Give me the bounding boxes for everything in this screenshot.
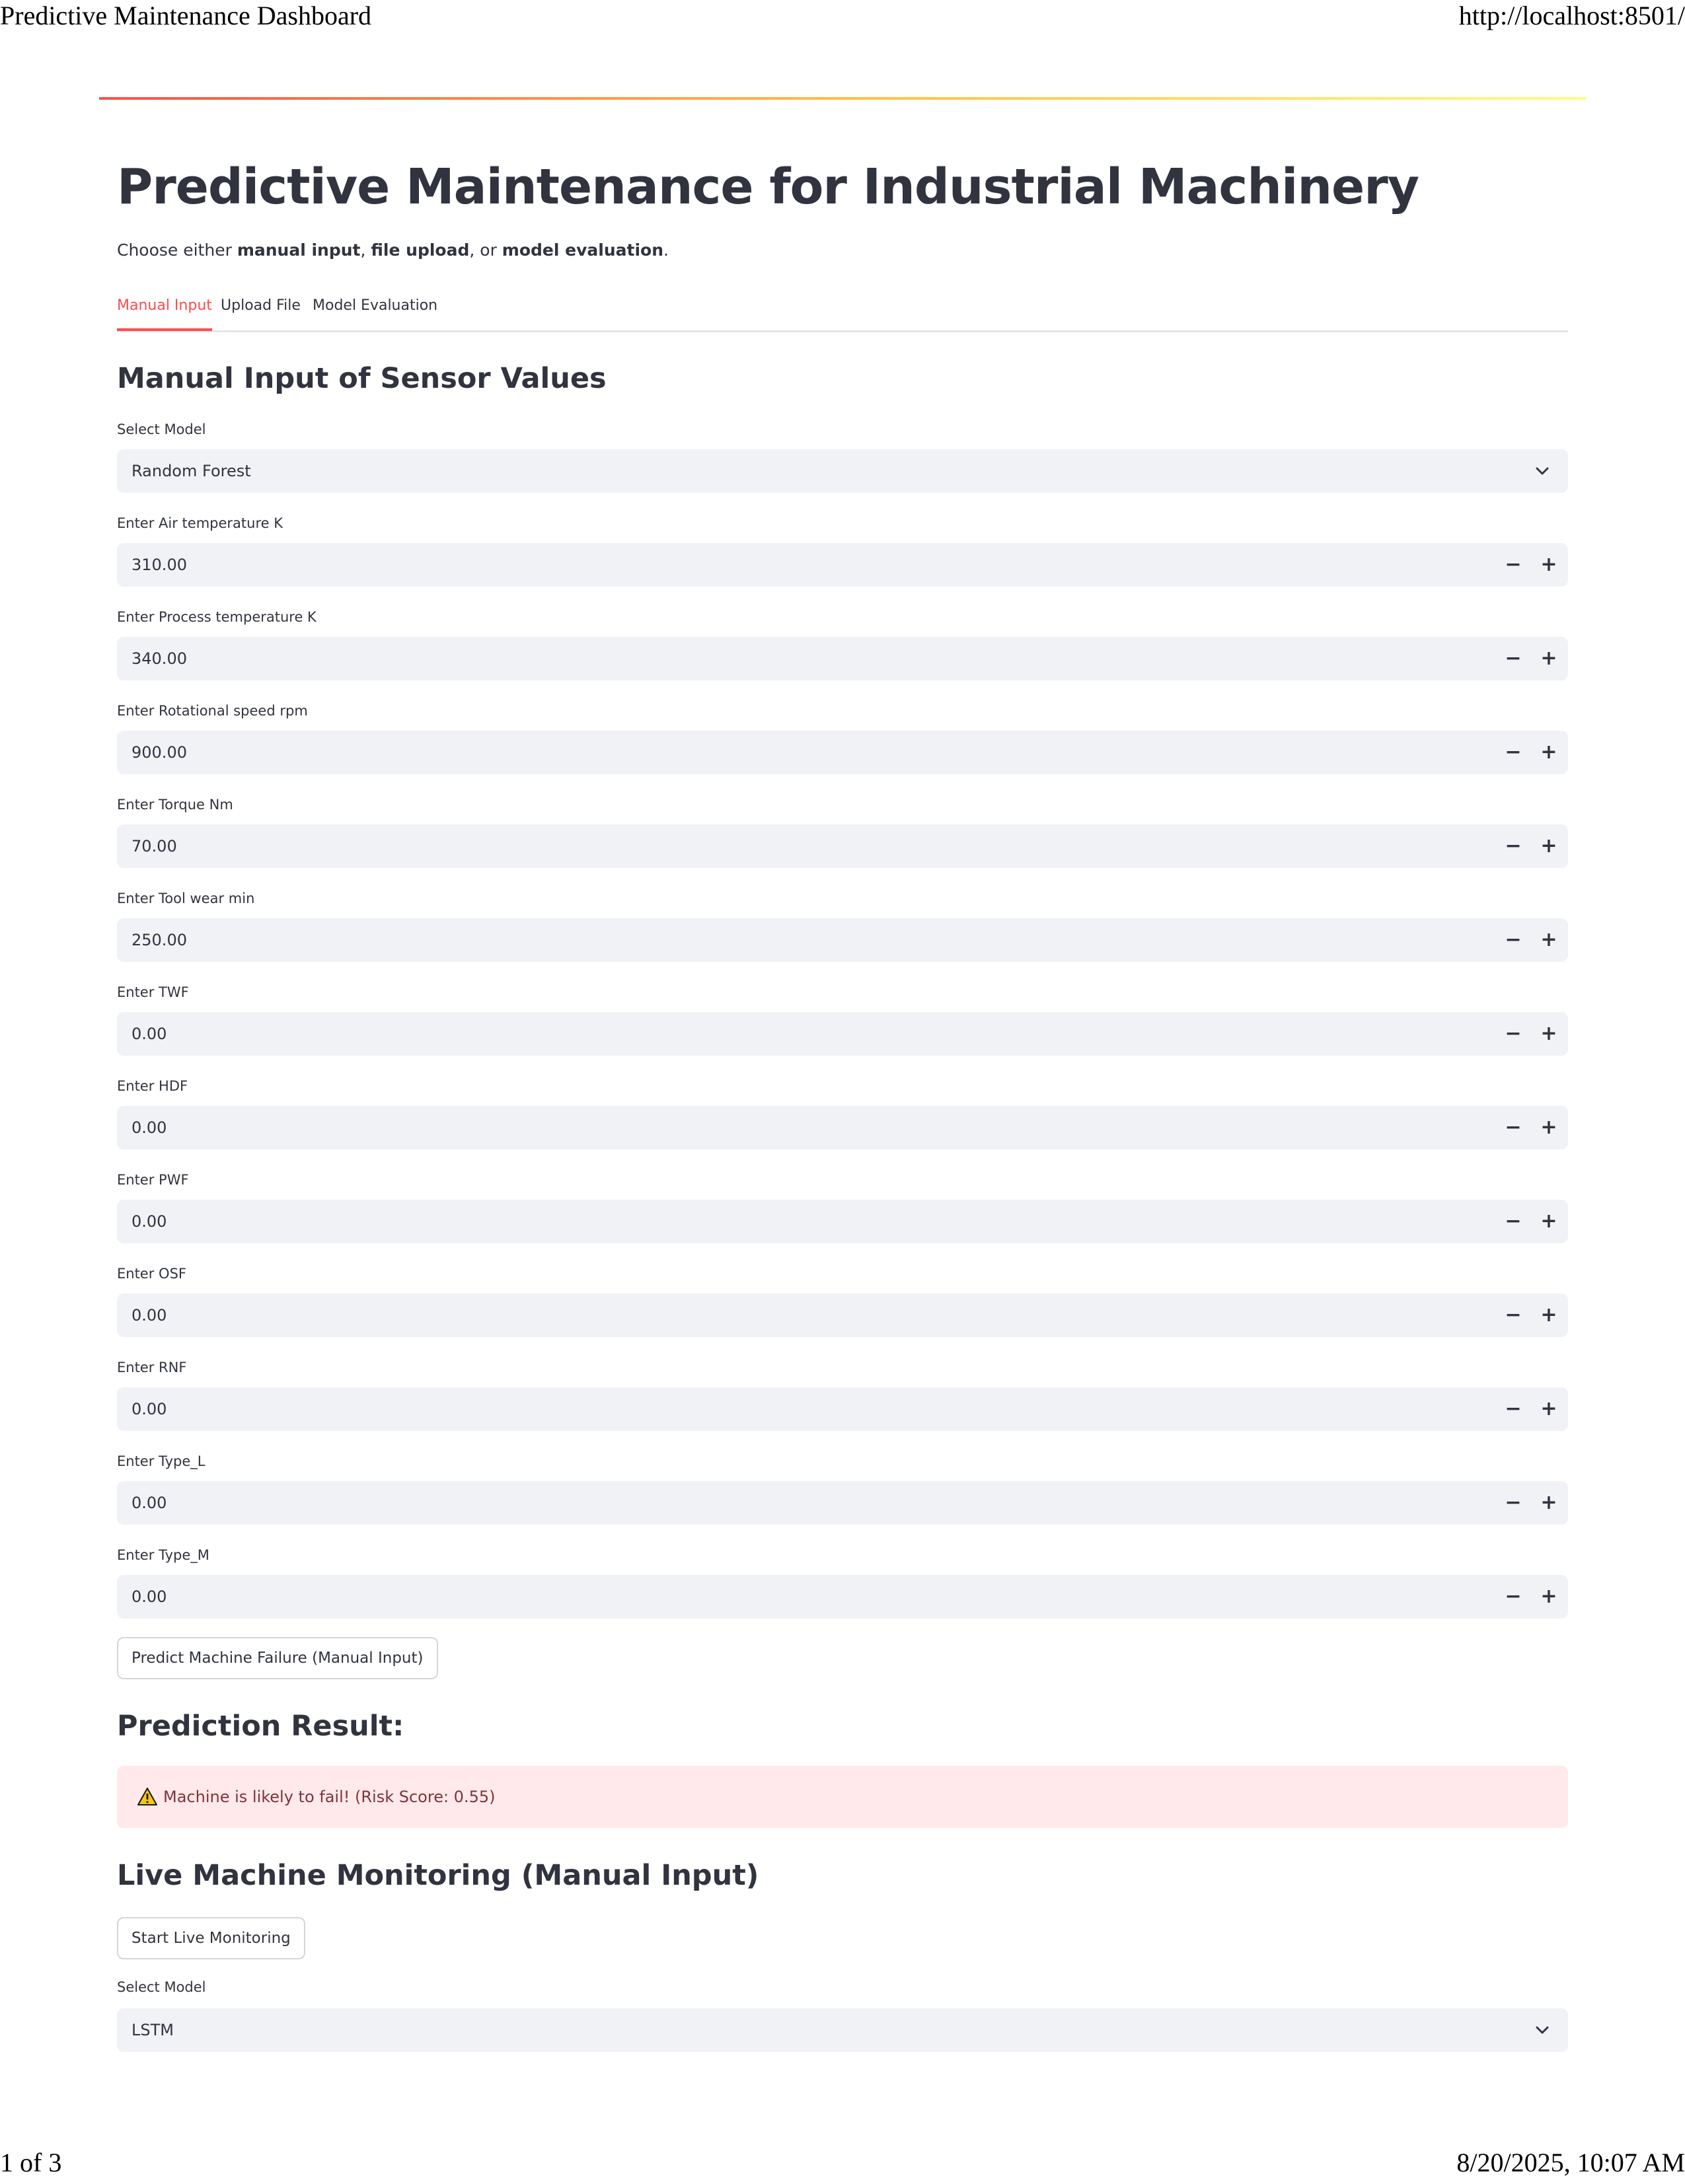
field-label: Enter HDF — [117, 1078, 188, 1094]
field-label: Enter Process temperature K — [117, 609, 317, 625]
prediction-message: Machine is likely to fail! (Risk Score: … — [163, 1788, 496, 1806]
decrement-button[interactable]: − — [1497, 543, 1530, 587]
decrement-button[interactable]: − — [1497, 1012, 1530, 1056]
print-page-title: Predictive Maintenance Dashboard — [0, 1, 372, 30]
air-temperature-input[interactable]: 310.00 − + — [117, 543, 1568, 587]
input-value: 310.00 — [131, 556, 187, 574]
tab-upload-file[interactable]: Upload File — [221, 295, 301, 330]
increment-button[interactable]: + — [1532, 731, 1565, 774]
decrement-button[interactable]: − — [1497, 731, 1530, 774]
page-title: Predictive Maintenance for Industrial Ma… — [117, 159, 1419, 215]
live-model-select[interactable]: LSTM — [117, 2008, 1568, 2052]
field-label: Enter Type_L — [117, 1453, 206, 1469]
live-monitoring-heading: Live Machine Monitoring (Manual Input) — [117, 1859, 759, 1892]
chevron-down-icon — [1534, 449, 1551, 493]
increment-button[interactable]: + — [1532, 1293, 1565, 1337]
rotational-speed-input[interactable]: 900.00 − + — [117, 731, 1568, 774]
input-value: 70.00 — [131, 837, 177, 855]
pwf-input[interactable]: 0.00 − + — [117, 1200, 1568, 1243]
tool-wear-input[interactable]: 250.00 − + — [117, 918, 1568, 962]
input-value: 0.00 — [131, 1025, 167, 1043]
prediction-result-heading: Prediction Result: — [117, 1710, 404, 1743]
manual-input-heading: Manual Input of Sensor Values — [117, 362, 607, 395]
input-value: 0.00 — [131, 1494, 167, 1512]
decrement-button[interactable]: − — [1497, 1293, 1530, 1337]
process-temperature-input[interactable]: 340.00 − + — [117, 637, 1568, 680]
increment-button[interactable]: + — [1532, 637, 1565, 680]
prediction-alert: Machine is likely to fail! (Risk Score: … — [117, 1766, 1568, 1828]
input-value: 0.00 — [131, 1118, 167, 1137]
increment-button[interactable]: + — [1532, 918, 1565, 962]
live-model-select-label: Select Model — [117, 1979, 206, 1995]
decrement-button[interactable]: − — [1497, 637, 1530, 680]
tab-model-evaluation[interactable]: Model Evaluation — [313, 295, 437, 330]
decrement-button[interactable]: − — [1497, 824, 1530, 868]
increment-button[interactable]: + — [1532, 1012, 1565, 1056]
increment-button[interactable]: + — [1532, 1575, 1565, 1619]
decrement-button[interactable]: − — [1497, 918, 1530, 962]
print-header: Predictive Maintenance Dashboard http://… — [0, 0, 1685, 37]
print-page-count: 1 of 3 — [0, 2148, 62, 2177]
input-value: 0.00 — [131, 1400, 167, 1418]
print-footer: 1 of 3 8/20/2025, 10:07 AM — [0, 2147, 1685, 2184]
model-select-label: Select Model — [117, 421, 206, 437]
chevron-down-icon — [1534, 2008, 1551, 2052]
increment-button[interactable]: + — [1532, 1481, 1565, 1525]
increment-button[interactable]: + — [1532, 824, 1565, 868]
field-label: Enter Rotational speed rpm — [117, 703, 308, 719]
torque-input[interactable]: 70.00 − + — [117, 824, 1568, 868]
field-label: Enter Air temperature K — [117, 515, 283, 531]
decrement-button[interactable]: − — [1497, 1481, 1530, 1525]
increment-button[interactable]: + — [1532, 1387, 1565, 1431]
increment-button[interactable]: + — [1532, 1106, 1565, 1149]
input-value: 250.00 — [131, 931, 187, 949]
print-datetime: 8/20/2025, 10:07 AM — [1456, 2148, 1685, 2177]
rnf-input[interactable]: 0.00 − + — [117, 1387, 1568, 1431]
page-subtitle: Choose either manual input, file upload,… — [117, 240, 669, 260]
increment-button[interactable]: + — [1532, 1200, 1565, 1243]
field-label: Enter OSF — [117, 1266, 186, 1282]
type-m-input[interactable]: 0.00 − + — [117, 1575, 1568, 1619]
input-value: 0.00 — [131, 1306, 167, 1325]
twf-input[interactable]: 0.00 − + — [117, 1012, 1568, 1056]
field-label: Enter TWF — [117, 984, 189, 1000]
osf-input[interactable]: 0.00 − + — [117, 1293, 1568, 1337]
tab-bar: Manual Input Upload File Model Evaluatio… — [117, 295, 1568, 332]
field-label: Enter RNF — [117, 1360, 187, 1375]
increment-button[interactable]: + — [1532, 543, 1565, 587]
hdf-input[interactable]: 0.00 − + — [117, 1106, 1568, 1149]
header-decoration-bar — [99, 97, 1586, 100]
input-value: 900.00 — [131, 743, 187, 762]
field-label: Enter PWF — [117, 1172, 189, 1188]
warning-icon — [137, 1786, 158, 1807]
decrement-button[interactable]: − — [1497, 1387, 1530, 1431]
type-l-input[interactable]: 0.00 − + — [117, 1481, 1568, 1525]
input-value: 0.00 — [131, 1587, 167, 1606]
field-label: Enter Torque Nm — [117, 797, 233, 813]
live-model-select-value: LSTM — [131, 2021, 174, 2039]
model-select-value: Random Forest — [131, 462, 251, 480]
input-value: 0.00 — [131, 1212, 167, 1231]
print-url: http://localhost:8501/ — [1458, 1, 1685, 30]
decrement-button[interactable]: − — [1497, 1200, 1530, 1243]
field-label: Enter Type_M — [117, 1547, 209, 1563]
predict-failure-button[interactable]: Predict Machine Failure (Manual Input) — [117, 1637, 438, 1679]
model-select[interactable]: Random Forest — [117, 449, 1568, 493]
decrement-button[interactable]: − — [1497, 1575, 1530, 1619]
start-live-monitoring-button[interactable]: Start Live Monitoring — [117, 1917, 305, 1959]
input-value: 340.00 — [131, 649, 187, 668]
decrement-button[interactable]: − — [1497, 1106, 1530, 1149]
field-label: Enter Tool wear min — [117, 891, 255, 906]
tab-manual-input[interactable]: Manual Input — [117, 295, 212, 331]
